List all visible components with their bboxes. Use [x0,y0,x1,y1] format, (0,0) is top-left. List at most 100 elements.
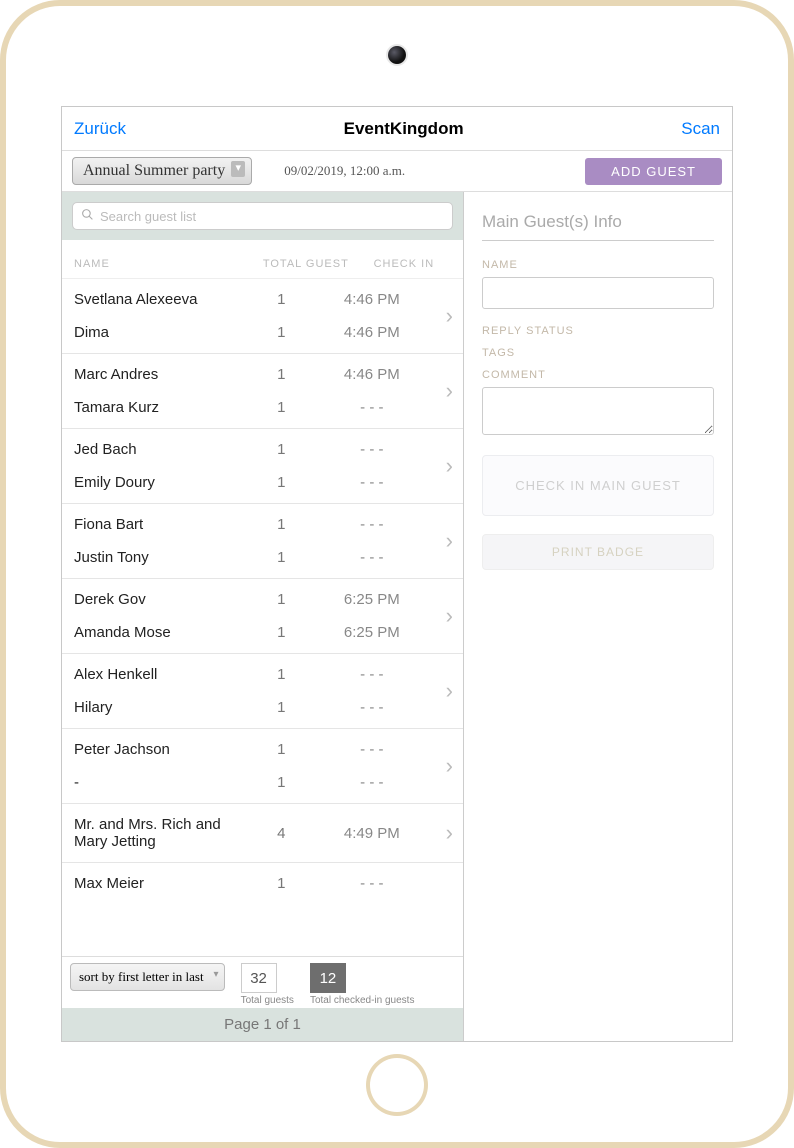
checkedin-label: Total checked-in guests [310,995,415,1006]
guest-total: 1 [240,441,323,458]
add-guest-button[interactable]: ADD GUEST [585,158,722,185]
tags-label: TAGS [482,347,714,359]
navbar: Zurück EventKingdom Scan [62,107,732,151]
checkin-main-guest-button[interactable]: CHECK IN MAIN GUEST [482,455,714,516]
guest-row[interactable]: Marc Andres14:46 PM [62,358,463,391]
guest-row[interactable]: Alex Henkell1- - - [62,658,463,691]
guest-checkin: - - - [323,399,421,416]
guest-total: 1 [240,774,323,791]
chevron-right-icon[interactable]: › [446,528,453,554]
guest-row[interactable]: Amanda Mose16:25 PM [62,616,463,649]
sort-dropdown[interactable]: sort by first letter in last [70,963,225,991]
app-title: EventKingdom [344,119,464,139]
guest-group[interactable]: Alex Henkell1- - -Hilary1- - -› [62,654,463,729]
guest-name: Jed Bach [74,441,240,458]
search-wrap [62,192,463,240]
guest-name: Amanda Mose [74,624,240,641]
chevron-right-icon[interactable]: › [446,820,453,846]
guest-name: Hilary [74,699,240,716]
total-guests-count: 32 [241,963,277,993]
guest-row[interactable]: Peter Jachson1- - - [62,733,463,766]
guest-total: 1 [240,741,323,758]
scan-button[interactable]: Scan [681,119,720,139]
guest-group[interactable]: Marc Andres14:46 PMTamara Kurz1- - -› [62,354,463,429]
total-guests-box: 32 Total guests [241,963,294,1006]
guest-name: Mr. and Mrs. Rich and Mary Jetting [74,816,240,850]
col-checkin: CHECK IN [357,258,451,270]
guest-group[interactable]: Svetlana Alexeeva14:46 PMDima14:46 PM› [62,279,463,354]
guest-checkin: 4:46 PM [323,291,421,308]
guest-total: 1 [240,624,323,641]
guest-group[interactable]: Max Meier1- - - [62,863,463,904]
guest-group[interactable]: Fiona Bart1- - -Justin Tony1- - -› [62,504,463,579]
name-field[interactable] [482,277,714,309]
tablet-device-frame: Zurück EventKingdom Scan Annual Summer p… [0,0,794,1148]
comment-field[interactable] [482,387,714,435]
guest-row[interactable]: Fiona Bart1- - - [62,508,463,541]
guest-row[interactable]: Mr. and Mrs. Rich and Mary Jetting44:49 … [62,808,463,858]
guest-rows[interactable]: Svetlana Alexeeva14:46 PMDima14:46 PM›Ma… [62,279,463,956]
guest-total: 1 [240,591,323,608]
print-badge-button[interactable]: PRINT BADGE [482,534,714,570]
chevron-right-icon[interactable]: › [446,678,453,704]
guest-row[interactable]: Emily Doury1- - - [62,466,463,499]
name-label: NAME [482,259,714,271]
guest-name: Peter Jachson [74,741,240,758]
chevron-right-icon[interactable]: › [446,303,453,329]
guest-row[interactable]: Svetlana Alexeeva14:46 PM [62,283,463,316]
guest-row[interactable]: Tamara Kurz1- - - [62,391,463,424]
guest-row[interactable]: Max Meier1- - - [62,867,463,900]
camera-dot [388,46,406,64]
guest-checkin: 4:49 PM [323,825,421,842]
guest-group[interactable]: Peter Jachson1- - --1- - -› [62,729,463,804]
total-guests-label: Total guests [241,995,294,1006]
chevron-right-icon[interactable]: › [446,753,453,779]
home-button[interactable] [370,1058,424,1112]
search-icon [81,208,94,224]
guest-row[interactable]: Derek Gov16:25 PM [62,583,463,616]
guest-name: Emily Doury [74,474,240,491]
guest-checkin: 6:25 PM [323,624,421,641]
guest-checkin: - - - [323,516,421,533]
guest-checkin: 6:25 PM [323,591,421,608]
guest-name: Fiona Bart [74,516,240,533]
guest-name: Justin Tony [74,549,240,566]
info-title: Main Guest(s) Info [482,212,714,241]
guest-group[interactable]: Mr. and Mrs. Rich and Mary Jetting44:49 … [62,804,463,863]
guest-checkin: - - - [323,774,421,791]
guest-name: Derek Gov [74,591,240,608]
guest-info-pane: Main Guest(s) Info NAME REPLY STATUS TAG… [464,192,732,1041]
table-header: NAME TOTAL GUEST CHECK IN [62,240,463,279]
event-datetime: 09/02/2019, 12:00 a.m. [264,163,573,179]
guest-group[interactable]: Derek Gov16:25 PMAmanda Mose16:25 PM› [62,579,463,654]
guest-row[interactable]: -1- - - [62,766,463,799]
chevron-right-icon[interactable]: › [446,378,453,404]
guest-total: 1 [240,875,323,892]
checkedin-box: 12 Total checked-in guests [310,963,415,1006]
app-screen: Zurück EventKingdom Scan Annual Summer p… [61,106,733,1042]
back-button[interactable]: Zurück [74,119,126,139]
guest-total: 1 [240,549,323,566]
guest-name: - [74,774,240,791]
guest-name: Marc Andres [74,366,240,383]
guest-name: Svetlana Alexeeva [74,291,240,308]
guest-row[interactable]: Justin Tony1- - - [62,541,463,574]
guest-total: 1 [240,366,323,383]
list-footer: sort by first letter in last 32 Total gu… [62,956,463,1008]
guest-name: Tamara Kurz [74,399,240,416]
chevron-right-icon[interactable]: › [446,603,453,629]
chevron-right-icon[interactable]: › [446,453,453,479]
guest-row[interactable]: Dima14:46 PM [62,316,463,349]
guest-checkin: - - - [323,549,421,566]
search-box[interactable] [72,202,453,230]
comment-label: COMMENT [482,369,714,381]
guest-total: 1 [240,474,323,491]
guest-row[interactable]: Jed Bach1- - - [62,433,463,466]
reply-status-label: REPLY STATUS [482,325,714,337]
guest-total: 4 [240,825,323,842]
event-dropdown[interactable]: Annual Summer party [72,157,252,185]
search-input[interactable] [100,209,444,224]
guest-group[interactable]: Jed Bach1- - -Emily Doury1- - -› [62,429,463,504]
guest-row[interactable]: Hilary1- - - [62,691,463,724]
toolbar: Annual Summer party 09/02/2019, 12:00 a.… [62,151,732,192]
